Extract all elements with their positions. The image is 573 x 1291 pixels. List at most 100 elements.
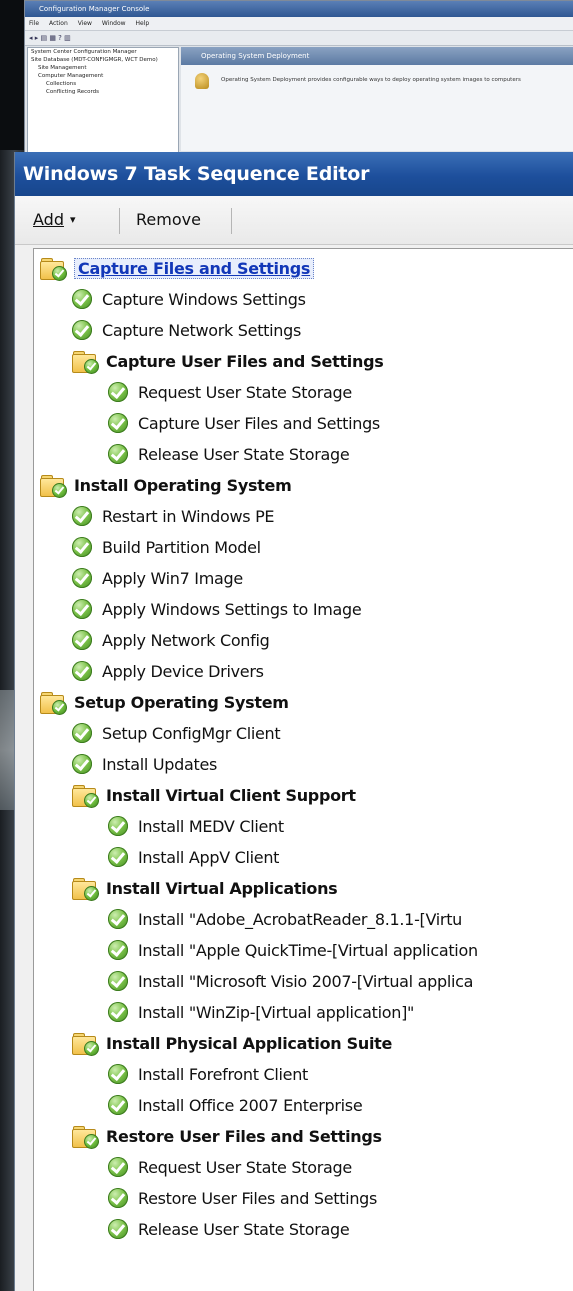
menu-window[interactable]: Window bbox=[102, 20, 126, 27]
step-label: Restore User Files and Settings bbox=[106, 1126, 382, 1146]
task-sequence-group[interactable]: Restore User Files and Settings bbox=[72, 1120, 382, 1152]
folder-check-icon bbox=[72, 784, 99, 808]
task-sequence-step[interactable]: Capture User Files and Settings bbox=[108, 407, 380, 439]
task-sequence-step[interactable]: Install "Apple QuickTime-[Virtual applic… bbox=[108, 934, 478, 966]
step-label: Apply Network Config bbox=[102, 630, 270, 650]
step-label: Release User State Storage bbox=[138, 1219, 350, 1239]
step-label: Restore User Files and Settings bbox=[138, 1188, 378, 1208]
folder-check-icon bbox=[72, 350, 99, 374]
remove-button[interactable]: Remove bbox=[136, 206, 201, 234]
step-label: Capture User Files and Settings bbox=[106, 351, 384, 371]
check-icon bbox=[108, 909, 128, 929]
task-sequence-step[interactable]: Apply Network Config bbox=[72, 624, 270, 656]
tree-item[interactable]: Conflicting Records bbox=[28, 88, 178, 96]
step-label: Request User State Storage bbox=[138, 382, 352, 402]
task-sequence-step[interactable]: Install "Microsoft Visio 2007-[Virtual a… bbox=[108, 965, 473, 997]
task-sequence-group[interactable]: Capture User Files and Settings bbox=[72, 345, 384, 377]
check-icon bbox=[72, 537, 92, 557]
step-label: Apply Windows Settings to Image bbox=[102, 599, 362, 619]
step-label: Install "Adobe_AcrobatReader_8.1.1-[Virt… bbox=[138, 909, 463, 929]
check-icon bbox=[72, 289, 92, 309]
task-sequence-step[interactable]: Request User State Storage bbox=[108, 376, 352, 408]
step-label: Install Virtual Client Support bbox=[106, 785, 356, 805]
step-label: Capture Files and Settings bbox=[74, 257, 315, 279]
task-sequence-step[interactable]: Restart in Windows PE bbox=[72, 500, 275, 532]
check-icon bbox=[108, 816, 128, 836]
check-icon bbox=[108, 1095, 128, 1115]
check-icon bbox=[72, 661, 92, 681]
task-sequence-group[interactable]: Capture Files and Settings bbox=[40, 252, 315, 284]
deployment-icon bbox=[195, 73, 209, 89]
folder-check-icon bbox=[40, 474, 67, 498]
task-sequence-step[interactable]: Install AppV Client bbox=[108, 841, 279, 873]
check-icon bbox=[108, 971, 128, 991]
step-label: Install "Apple QuickTime-[Virtual applic… bbox=[138, 940, 478, 960]
step-label: Install Virtual Applications bbox=[106, 878, 338, 898]
step-label: Setup Operating System bbox=[74, 692, 289, 712]
task-sequence-step[interactable]: Release User State Storage bbox=[108, 438, 350, 470]
tree-item[interactable]: Site Database (MDT-CONFIGMGR, WCT Demo) bbox=[28, 56, 178, 64]
remove-button-label: Remove bbox=[136, 210, 201, 229]
task-sequence-step[interactable]: Apply Win7 Image bbox=[72, 562, 243, 594]
task-sequence-step[interactable]: Restore User Files and Settings bbox=[108, 1182, 377, 1214]
task-sequence-group[interactable]: Install Operating System bbox=[40, 469, 292, 501]
task-sequence-step[interactable]: Apply Device Drivers bbox=[72, 655, 264, 687]
step-label: Install "WinZip-[Virtual application]" bbox=[138, 1002, 415, 1022]
step-label: Install AppV Client bbox=[138, 847, 280, 867]
task-sequence-step[interactable]: Release User State Storage bbox=[108, 1213, 350, 1245]
task-sequence-step[interactable]: Install "WinZip-[Virtual application]" bbox=[108, 996, 414, 1028]
tree-item[interactable]: System Center Configuration Manager bbox=[28, 48, 178, 56]
menu-action[interactable]: Action bbox=[49, 20, 68, 27]
step-label: Capture Windows Settings bbox=[102, 289, 306, 309]
check-icon bbox=[108, 382, 128, 402]
task-sequence-group[interactable]: Install Virtual Applications bbox=[72, 872, 338, 904]
folder-check-icon bbox=[72, 1125, 99, 1149]
menu-help[interactable]: Help bbox=[135, 20, 149, 27]
check-icon bbox=[72, 599, 92, 619]
task-sequence-step[interactable]: Install Office 2007 Enterprise bbox=[108, 1089, 363, 1121]
step-label: Install Updates bbox=[102, 754, 218, 774]
step-label: Install Operating System bbox=[74, 475, 292, 495]
check-icon bbox=[72, 723, 92, 743]
task-sequence-step[interactable]: Request User State Storage bbox=[108, 1151, 352, 1183]
step-label: Install Physical Application Suite bbox=[106, 1033, 393, 1053]
check-icon bbox=[72, 568, 92, 588]
task-sequence-step[interactable]: Install "Adobe_AcrobatReader_8.1.1-[Virt… bbox=[108, 903, 462, 935]
task-sequence-step[interactable]: Capture Network Settings bbox=[72, 314, 301, 346]
tree-item[interactable]: Computer Management bbox=[28, 72, 178, 80]
tree-item[interactable]: Collections bbox=[28, 80, 178, 88]
task-sequence-group[interactable]: Setup Operating System bbox=[40, 686, 289, 718]
task-sequence-step[interactable]: Capture Windows Settings bbox=[72, 283, 306, 315]
config-manager-title: Configuration Manager Console bbox=[25, 1, 573, 17]
step-label: Setup ConfigMgr Client bbox=[102, 723, 281, 743]
task-sequence-step[interactable]: Install Forefront Client bbox=[108, 1058, 308, 1090]
check-icon bbox=[108, 1157, 128, 1177]
step-label: Install "Microsoft Visio 2007-[Virtual a… bbox=[138, 971, 474, 991]
add-button[interactable]: Add ▾ bbox=[33, 206, 76, 234]
check-icon bbox=[108, 1064, 128, 1084]
menu-view[interactable]: View bbox=[78, 20, 92, 27]
task-sequence-group[interactable]: Install Virtual Client Support bbox=[72, 779, 356, 811]
check-icon bbox=[108, 1219, 128, 1239]
step-label: Apply Device Drivers bbox=[102, 661, 264, 681]
task-sequence-step[interactable]: Build Partition Model bbox=[72, 531, 261, 563]
check-icon bbox=[108, 1002, 128, 1022]
task-sequence-step[interactable]: Apply Windows Settings to Image bbox=[72, 593, 362, 625]
check-icon bbox=[108, 444, 128, 464]
add-button-label: Add bbox=[33, 210, 64, 229]
config-manager-toolbar: ◂ ▸ ▤ ▦ ? ▥ bbox=[25, 31, 573, 46]
toolbar-separator bbox=[119, 208, 120, 234]
check-icon bbox=[72, 320, 92, 340]
menu-file[interactable]: File bbox=[29, 20, 39, 27]
config-manager-menubar: File Action View Window Help bbox=[25, 17, 573, 31]
tree-item[interactable]: Site Management bbox=[28, 64, 178, 72]
task-sequence-editor-window: Windows 7 Task Sequence Editor Add ▾ Remo… bbox=[14, 152, 573, 1291]
task-sequence-group[interactable]: Install Physical Application Suite bbox=[72, 1027, 392, 1059]
task-sequence-step[interactable]: Install MEDV Client bbox=[108, 810, 284, 842]
folder-check-icon bbox=[40, 691, 67, 715]
task-sequence-step[interactable]: Setup ConfigMgr Client bbox=[72, 717, 281, 749]
task-sequence-step[interactable]: Install Updates bbox=[72, 748, 217, 780]
folder-check-icon bbox=[40, 257, 67, 281]
task-sequence-tree[interactable]: Capture Files and Settings Capture Window… bbox=[33, 248, 573, 1291]
step-label: Release User State Storage bbox=[138, 444, 350, 464]
